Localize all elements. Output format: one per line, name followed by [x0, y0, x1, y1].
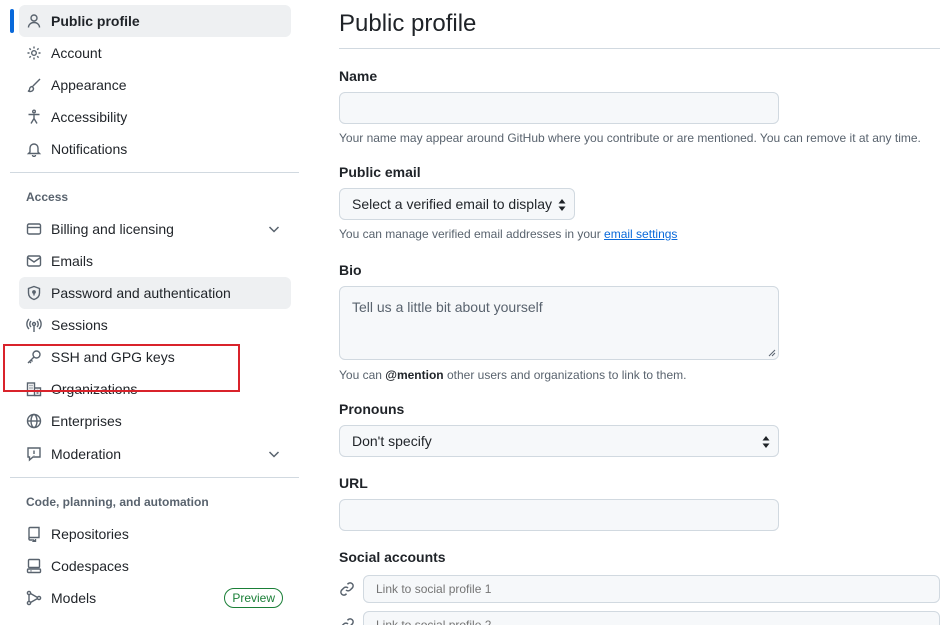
- sidebar-item-label: Sessions: [51, 317, 108, 333]
- mail-icon: [26, 253, 42, 269]
- resize-handle-icon[interactable]: [768, 349, 776, 357]
- section-heading-access: Access: [26, 190, 69, 204]
- public-email-label: Public email: [339, 164, 421, 180]
- bio-textarea[interactable]: Tell us a little bit about yourself: [339, 286, 779, 360]
- social-row: [339, 575, 940, 603]
- sidebar-item-label: SSH and GPG keys: [51, 349, 175, 365]
- sidebar-item-account[interactable]: Account: [19, 37, 291, 69]
- public-email-selected: Select a verified email to display: [352, 196, 552, 212]
- sidebar-item-codespaces[interactable]: Codespaces: [19, 550, 291, 582]
- link-icon: [340, 582, 354, 596]
- sidebar-item-label: Organizations: [51, 381, 138, 397]
- section-heading-code: Code, planning, and automation: [26, 495, 209, 509]
- active-indicator: [10, 9, 14, 33]
- email-settings-link[interactable]: email settings: [604, 227, 677, 241]
- organization-icon: [26, 381, 42, 397]
- sidebar-item-enterprises[interactable]: Enterprises: [19, 405, 291, 437]
- sidebar-item-public-profile[interactable]: Public profile: [19, 5, 291, 37]
- name-hint: Your name may appear around GitHub where…: [339, 131, 921, 145]
- sidebar-divider: [10, 172, 299, 173]
- sidebar-item-password-auth[interactable]: Password and authentication: [19, 277, 291, 309]
- sidebar-item-label: Models: [51, 590, 97, 606]
- social-row: [339, 611, 940, 625]
- sidebar-item-label: Accessibility: [51, 109, 128, 125]
- sidebar-item-label: Appearance: [51, 77, 127, 93]
- sidebar-item-billing[interactable]: Billing and licensing: [19, 213, 291, 245]
- gear-icon: [26, 45, 42, 61]
- bell-icon: [26, 141, 42, 157]
- page-title: Public profile: [339, 10, 477, 37]
- social-link-input-2[interactable]: [363, 611, 940, 625]
- bio-label: Bio: [339, 262, 362, 278]
- sidebar-item-label: Password and authentication: [51, 285, 231, 301]
- bio-hint: You can @mention other users and organiz…: [339, 368, 686, 382]
- pronouns-label: Pronouns: [339, 401, 405, 417]
- pronouns-selected: Don't specify: [352, 433, 432, 449]
- sidebar-item-moderation[interactable]: Moderation: [19, 438, 291, 470]
- paintbrush-icon: [26, 77, 42, 93]
- url-label: URL: [339, 475, 368, 491]
- globe-icon: [26, 413, 42, 429]
- sidebar-item-label: Notifications: [51, 141, 128, 157]
- mention-text: @mention: [385, 368, 444, 382]
- hint-text: You can: [339, 368, 386, 382]
- sidebar-item-accessibility[interactable]: Accessibility: [19, 101, 291, 133]
- name-label: Name: [339, 68, 378, 84]
- chevron-down-icon[interactable]: [266, 446, 282, 462]
- sidebar-item-ssh-gpg-keys[interactable]: SSH and GPG keys: [19, 341, 291, 373]
- public-email-select[interactable]: Select a verified email to display: [339, 188, 575, 220]
- preview-badge: Preview: [224, 588, 283, 608]
- hint-text: other users and organizations to link to…: [443, 368, 687, 382]
- sidebar-item-emails[interactable]: Emails: [19, 245, 291, 277]
- shield-lock-icon: [26, 285, 42, 301]
- sidebar-item-label: Account: [51, 45, 102, 61]
- select-arrows-icon: [558, 199, 566, 211]
- accessibility-icon: [26, 109, 42, 125]
- social-link-input-1[interactable]: [363, 575, 940, 603]
- report-icon: [26, 446, 42, 462]
- codespaces-icon: [26, 558, 42, 574]
- url-input[interactable]: [339, 499, 779, 531]
- credit-card-icon: [26, 221, 42, 237]
- sidebar-item-label: Codespaces: [51, 558, 129, 574]
- sidebar-item-label: Enterprises: [51, 413, 122, 429]
- chevron-down-icon[interactable]: [266, 221, 282, 237]
- sidebar-item-sessions[interactable]: Sessions: [19, 309, 291, 341]
- public-email-hint: You can manage verified email addresses …: [339, 227, 677, 241]
- settings-sidebar: Public profile Account Appearance Access…: [0, 0, 300, 625]
- sidebar-item-repositories[interactable]: Repositories: [19, 518, 291, 550]
- sidebar-item-organizations[interactable]: Organizations: [19, 373, 291, 405]
- sidebar-item-label: Moderation: [51, 446, 122, 462]
- sidebar-item-models[interactable]: Models Preview: [19, 582, 291, 614]
- name-input[interactable]: [339, 92, 779, 124]
- models-icon: [26, 590, 42, 606]
- social-accounts-label: Social accounts: [339, 549, 446, 565]
- sidebar-item-label: Billing and licensing: [51, 221, 174, 237]
- link-icon: [341, 618, 354, 625]
- title-divider: [339, 48, 940, 49]
- sidebar-item-label: Emails: [51, 253, 94, 269]
- sidebar-item-label: Repositories: [51, 526, 129, 542]
- select-arrows-icon: [762, 436, 770, 448]
- key-icon: [26, 349, 42, 365]
- broadcast-icon: [26, 317, 42, 333]
- sidebar-item-label: Public profile: [51, 13, 140, 29]
- bio-placeholder: Tell us a little bit about yourself: [352, 299, 543, 315]
- pronouns-select[interactable]: Don't specify: [339, 425, 779, 457]
- profile-form: Public profile Name Your name may appear…: [339, 0, 940, 625]
- sidebar-divider: [10, 477, 299, 478]
- sidebar-item-appearance[interactable]: Appearance: [19, 69, 291, 101]
- sidebar-item-notifications[interactable]: Notifications: [19, 133, 291, 165]
- person-icon: [26, 13, 42, 29]
- repo-icon: [26, 526, 42, 542]
- hint-text: You can manage verified email addresses …: [339, 227, 605, 241]
